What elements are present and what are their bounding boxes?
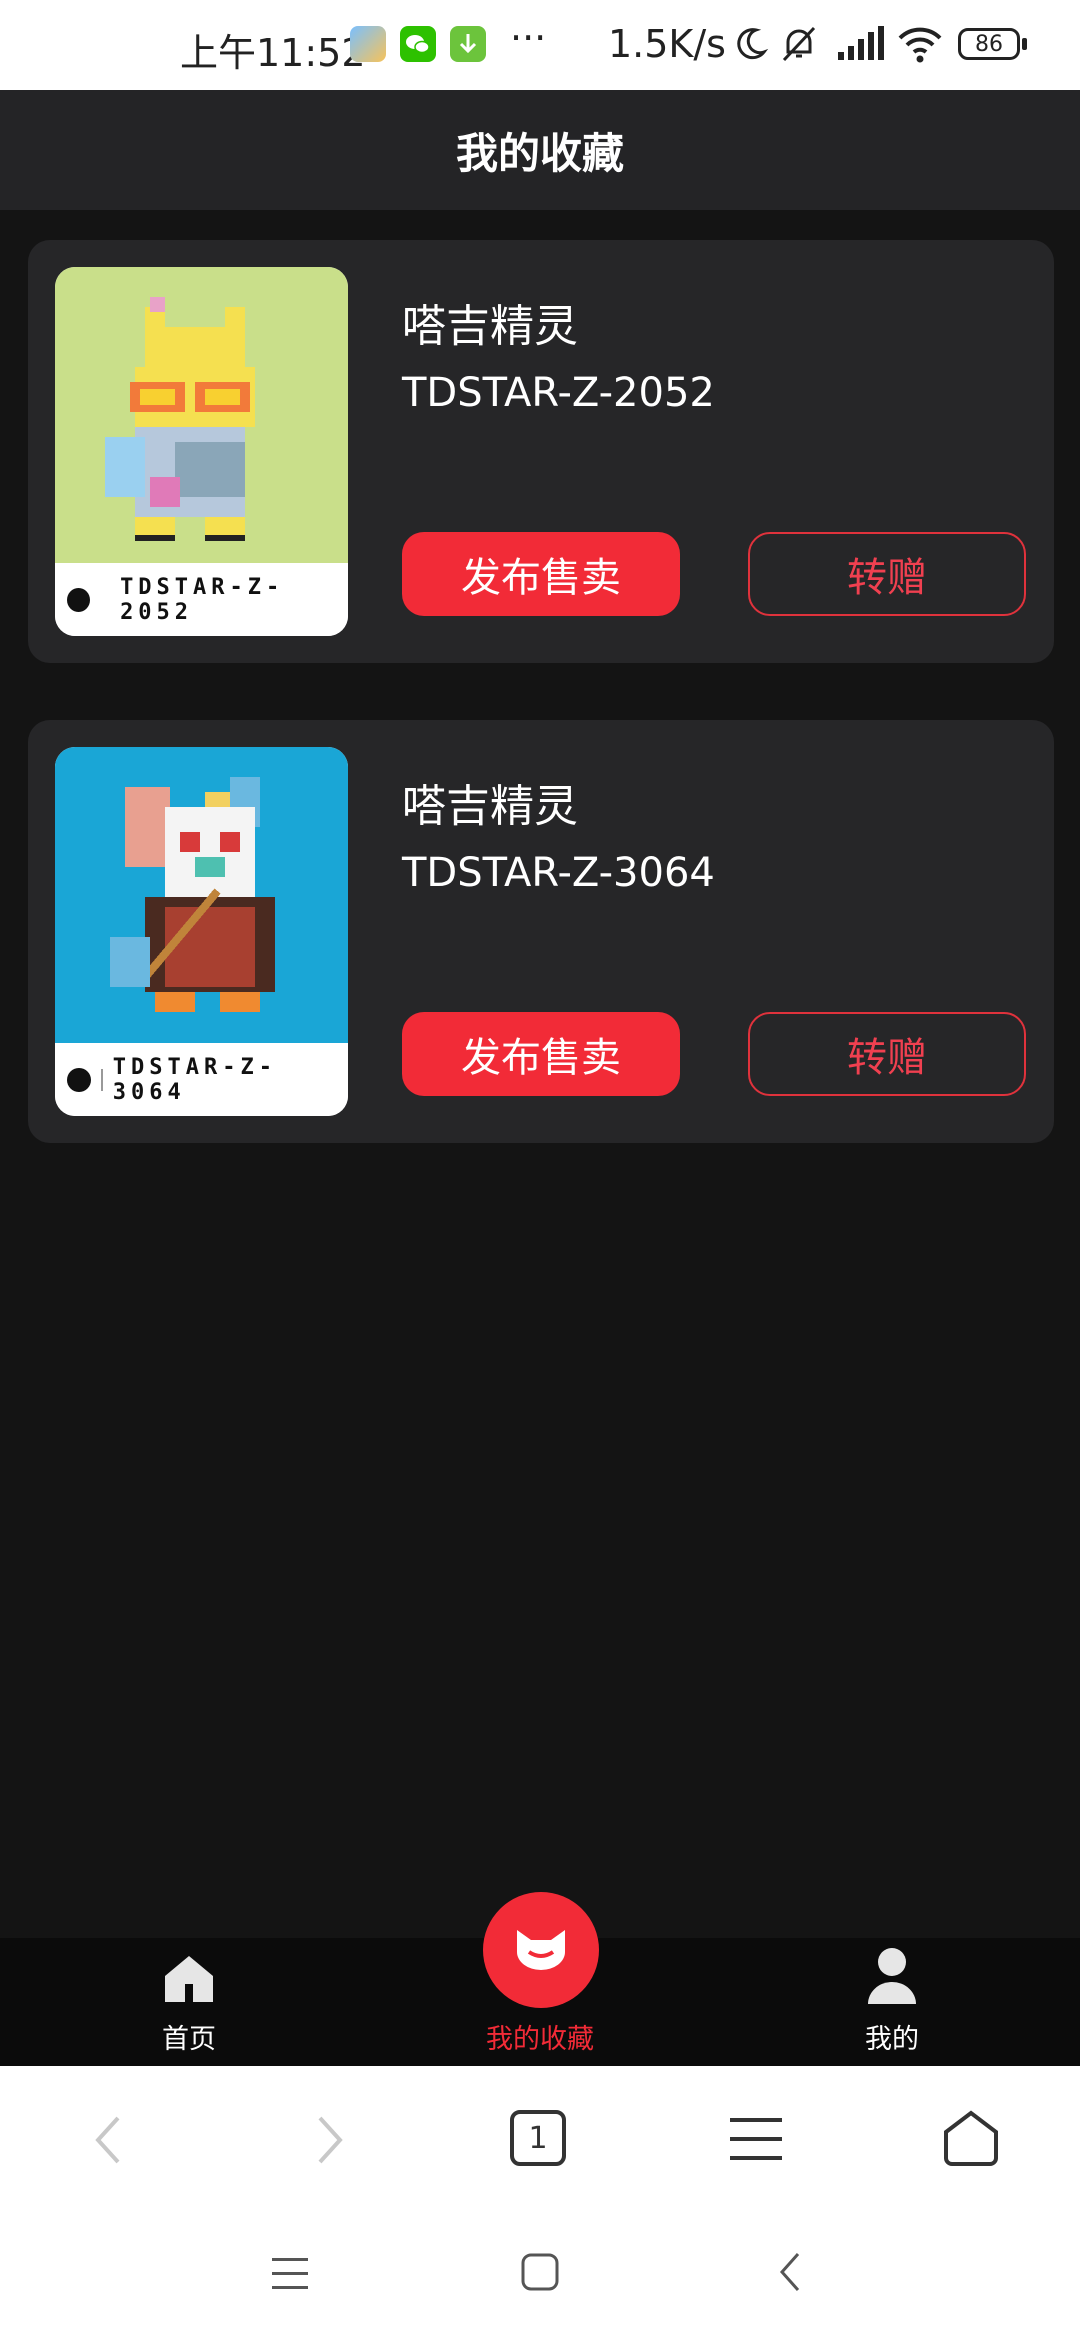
tab-collection-label: 我的收藏: [486, 2024, 594, 2055]
browser-forward-icon[interactable]: [310, 2112, 350, 2172]
nft-title: 嗒吉精灵: [402, 781, 578, 832]
recent-apps-icon[interactable]: [270, 2256, 310, 2296]
status-bar: 上午11:52 ··· 1.5K/s 86: [0, 0, 1080, 90]
browser-menu-icon[interactable]: [728, 2116, 784, 2166]
publish-sale-button[interactable]: 发布售卖: [402, 532, 680, 616]
publish-sale-button[interactable]: 发布售卖: [402, 1012, 680, 1096]
browser-back-icon[interactable]: [88, 2112, 128, 2172]
browser-tab-count: 1: [528, 2120, 548, 2156]
brand-logo-icon: [67, 1067, 91, 1092]
wechat-icon: [400, 26, 436, 62]
network-speed: 1.5K/s: [608, 22, 726, 66]
user-icon: [866, 1944, 918, 2011]
brand-logo-icon: [67, 587, 91, 612]
transfer-gift-button[interactable]: 转赠: [748, 1012, 1026, 1096]
system-nav-bar: [0, 2216, 1080, 2340]
nft-title: 嗒吉精灵: [402, 301, 578, 352]
tab-mine[interactable]: 我的: [792, 1938, 992, 2066]
browser-tabs-button[interactable]: 1: [510, 2110, 566, 2166]
transfer-gift-button[interactable]: 转赠: [748, 532, 1026, 616]
nft-code: TDSTAR-Z-3064: [402, 850, 715, 896]
download-icon: [450, 26, 486, 62]
tab-mine-label: 我的: [865, 2024, 919, 2055]
mute-icon: [778, 24, 820, 73]
collection-card[interactable]: TDSTAR-Z-2052 嗒吉精灵 TDSTAR-Z-2052 发布售卖 转赠: [28, 240, 1054, 663]
nft-image: [55, 747, 348, 1043]
battery-indicator: 86: [958, 28, 1020, 60]
mask-logo-icon: [513, 1926, 569, 1974]
tab-home[interactable]: 首页: [89, 1938, 289, 2066]
battery-level: 86: [975, 31, 1003, 57]
nft-image: [55, 267, 348, 563]
system-home-icon[interactable]: [520, 2252, 560, 2296]
page-title: 我的收藏: [455, 128, 624, 178]
tab-home-label: 首页: [162, 2024, 216, 2055]
nft-code: TDSTAR-Z-2052: [402, 370, 715, 416]
app-notification-icon: [350, 26, 386, 62]
browser-toolbar: 1: [0, 2066, 1080, 2216]
nft-thumbnail[interactable]: TDSTAR-Z-2052: [55, 267, 348, 636]
collection-card[interactable]: TDSTAR-Z-3064 嗒吉精灵 TDSTAR-Z-3064 发布售卖 转赠: [28, 720, 1054, 1143]
nft-thumbnail[interactable]: TDSTAR-Z-3064: [55, 747, 348, 1116]
nft-badge-code: TDSTAR-Z-3064: [112, 1054, 277, 1105]
page-header: 我的收藏: [0, 90, 1080, 210]
nft-badge-code: TDSTAR-Z-2052: [120, 574, 285, 625]
browser-home-icon[interactable]: [942, 2110, 1000, 2172]
battery-tip: [1022, 38, 1027, 50]
collection-list: TDSTAR-Z-2052 嗒吉精灵 TDSTAR-Z-2052 发布售卖 转赠: [0, 210, 1080, 1938]
badge-divider: [100, 1068, 103, 1091]
wifi-icon: [896, 24, 944, 73]
moon-icon: [730, 24, 770, 73]
collection-center-button[interactable]: [483, 1892, 599, 2008]
home-icon: [161, 1952, 217, 2011]
signal-icon: [836, 26, 886, 71]
system-back-icon[interactable]: [776, 2250, 806, 2298]
nft-badge: TDSTAR-Z-3064: [55, 1043, 348, 1116]
status-more-icon: ···: [510, 16, 547, 60]
status-time: 上午11:52: [180, 31, 366, 75]
nft-badge: TDSTAR-Z-2052: [55, 563, 348, 636]
